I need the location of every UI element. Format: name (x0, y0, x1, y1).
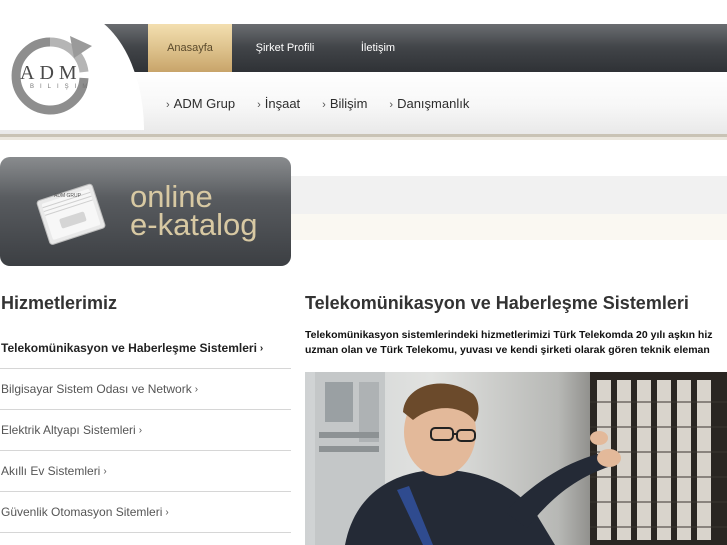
content-intro-line2: uzman olan ve Türk Telekomu, yuvası ve k… (305, 344, 710, 356)
site-header: ADM BILIŞIM Anasayfa Şirket Profili İlet… (0, 0, 727, 140)
logo-text: ADM (20, 62, 82, 84)
service-label: Bilgisayar Sistem Odası ve Network (1, 382, 192, 396)
chevron-right-icon: › (322, 99, 326, 111)
service-label: Elektrik Altyapı Sistemleri (1, 423, 136, 437)
technician-photo (305, 372, 727, 545)
sub-nav-bilisim[interactable]: › Bilişim (322, 96, 367, 111)
service-item-bilgisayar[interactable]: Bilgisayar Sistem Odası ve Network › (0, 369, 291, 410)
service-item-guvenlik[interactable]: Güvenlik Otomasyon Sitemleri › (0, 492, 291, 533)
service-item-elektrik[interactable]: Elektrik Altyapı Sistemleri › (0, 410, 291, 451)
top-nav-iletisim[interactable]: İletişim (338, 24, 418, 72)
sub-nav-label: ADM Grup (173, 96, 236, 111)
services-title: Hizmetlerimiz (1, 293, 118, 313)
top-navigation: Anasayfa Şirket Profili İletişim (148, 24, 418, 72)
sub-nav-label: Bilişim (329, 96, 368, 111)
chevron-right-icon: › (166, 99, 170, 111)
chevron-right-icon: › (259, 342, 264, 354)
content-intro: Telekomünikasyon sistemlerindeki hizmetl… (305, 328, 727, 358)
service-label: Güvenlik Otomasyon Sitemleri (1, 505, 163, 519)
top-nav-anasayfa[interactable]: Anasayfa (148, 24, 232, 72)
top-nav-sirket-profili[interactable]: Şirket Profili (232, 24, 338, 72)
catalog-book-icon: ADM GRUP (36, 183, 106, 245)
site-logo[interactable]: ADM BILIŞIM (0, 0, 130, 130)
sub-nav-adm-grup[interactable]: › ADM Grup (166, 96, 235, 111)
catalog-book-label: ADM GRUP (54, 193, 82, 199)
chevron-right-icon: › (194, 383, 199, 395)
e-katalog-banner[interactable]: ADM GRUP online e-katalog (0, 157, 291, 266)
chevron-right-icon: › (257, 99, 261, 111)
chevron-right-icon: › (165, 506, 169, 518)
sub-navigation: › ADM Grup › İnşaat › Bilişim › Danışmanlık (166, 96, 491, 111)
banner-band-cream (290, 214, 727, 240)
katalog-title-line2: e-katalog (130, 207, 258, 242)
technician-illustration (315, 372, 727, 545)
service-label: Akıllı Ev Sistemleri (1, 464, 101, 478)
service-item-akilli-ev[interactable]: Akıllı Ev Sistemleri › (0, 451, 291, 492)
sub-nav-label: İnşaat (264, 96, 301, 111)
service-item-telekomunikasyon[interactable]: Telekomünikasyon ve Haberleşme Sistemler… (0, 328, 291, 369)
content-intro-line1: Telekomünikasyon sistemlerindeki hizmetl… (305, 329, 713, 341)
chevron-right-icon: › (103, 465, 107, 477)
sub-nav-label: Danışmanlık (397, 96, 470, 111)
sub-nav-insaat[interactable]: › İnşaat (257, 96, 300, 111)
sub-nav-danismanlik[interactable]: › Danışmanlık (389, 96, 469, 111)
content-title: Telekomünikasyon ve Haberleşme Sistemler… (305, 293, 689, 313)
chevron-right-icon: › (138, 424, 143, 436)
chevron-right-icon: › (389, 99, 394, 111)
header-divider-light (0, 137, 727, 140)
logo-subtext: BILIŞIM (30, 84, 94, 90)
banner-band-gray (290, 176, 727, 214)
service-label: Telekomünikasyon ve Haberleşme Sistemler… (1, 341, 257, 355)
services-list: Telekomünikasyon ve Haberleşme Sistemler… (0, 328, 291, 533)
